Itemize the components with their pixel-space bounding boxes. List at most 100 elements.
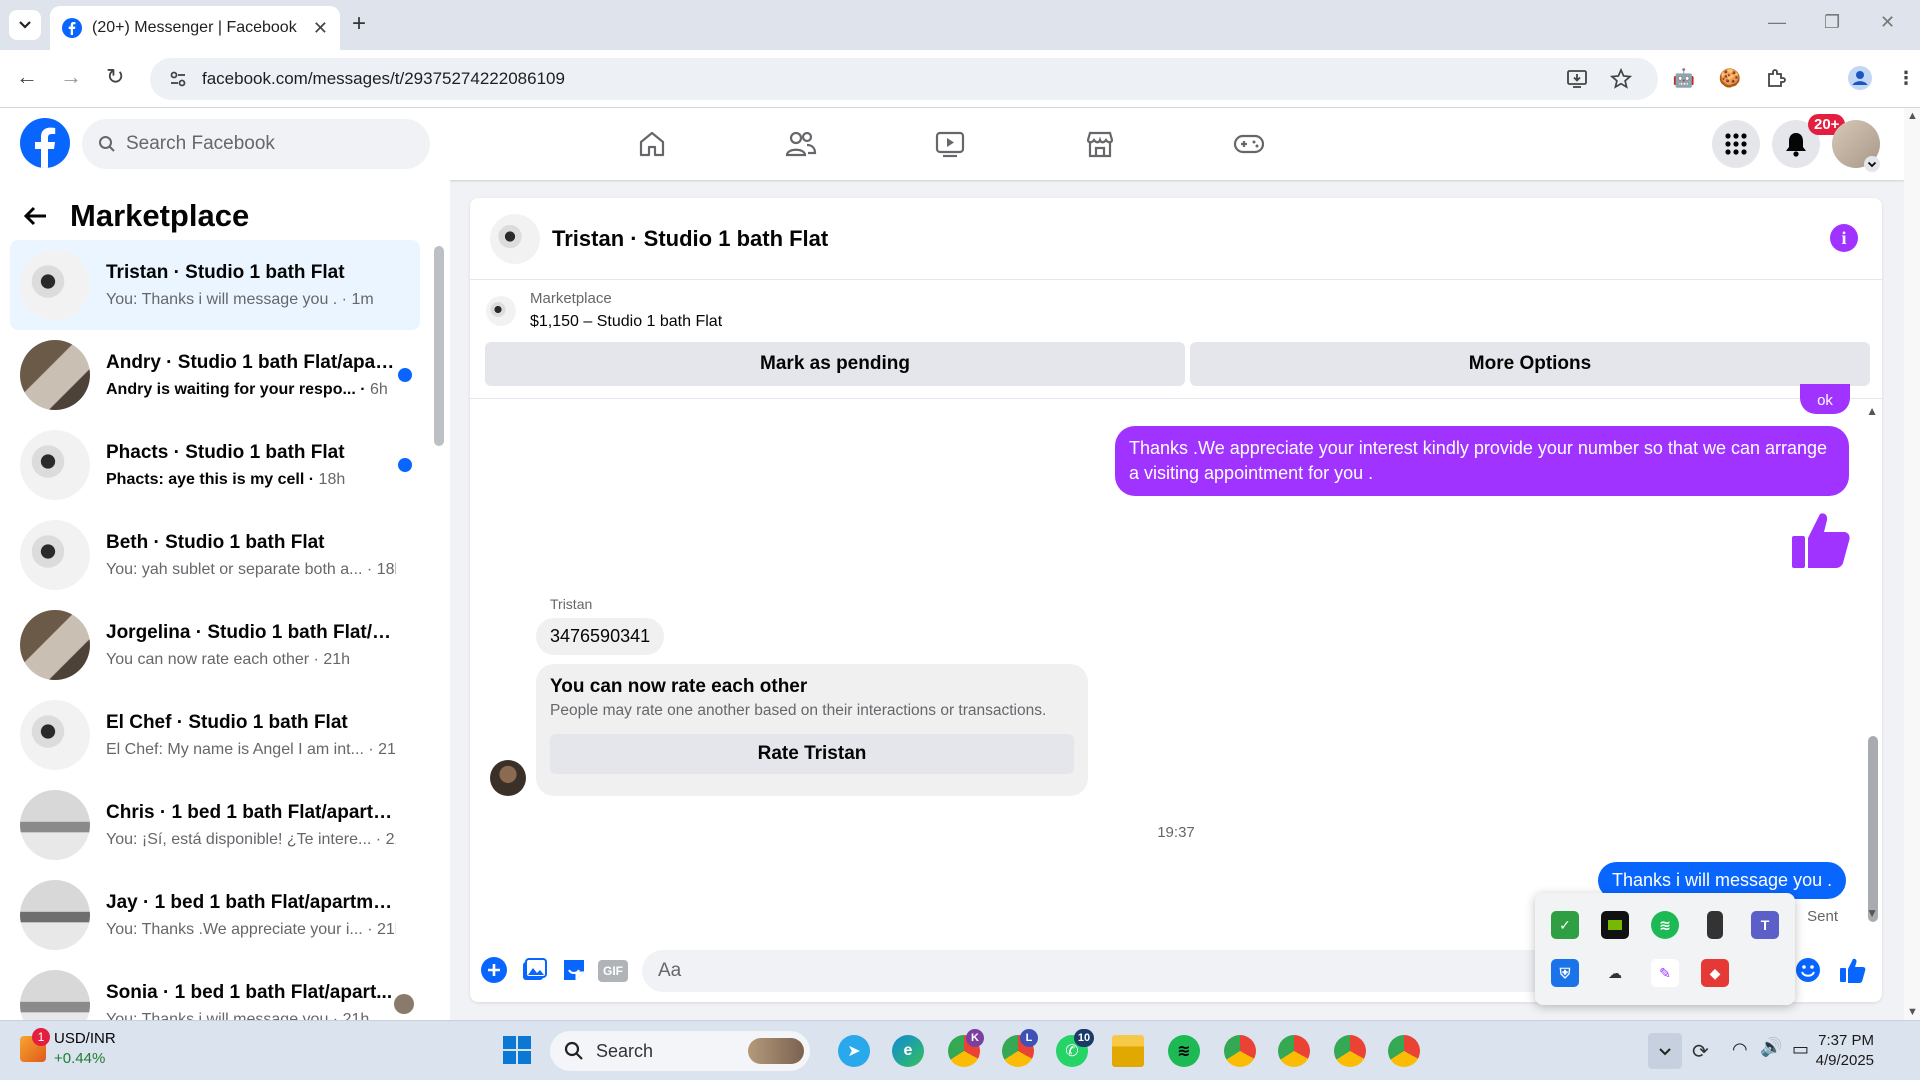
browser-menu-icon[interactable]: ⋮ (1894, 66, 1918, 90)
info-icon[interactable]: i (1830, 224, 1858, 252)
chat-avatar[interactable] (490, 213, 540, 264)
chrome-icon[interactable] (1388, 1035, 1420, 1067)
teams-tray-icon[interactable]: T (1751, 911, 1779, 939)
forward-icon[interactable]: → (60, 64, 82, 90)
browser-tab[interactable]: (20+) Messenger | Facebook ✕ (50, 6, 340, 50)
onedrive-off-icon[interactable]: ☁ (1601, 959, 1629, 987)
page-scrollbar[interactable]: ▲ ▼ (1904, 108, 1920, 1020)
chrome-icon[interactable] (1224, 1035, 1256, 1067)
gif-button[interactable]: GIF (598, 960, 628, 982)
anydesk-tray-icon[interactable]: ◆ (1701, 959, 1729, 987)
url-field[interactable]: facebook.com/messages/t/2937527422208610… (150, 58, 1658, 100)
nvidia-tray-icon[interactable] (1601, 911, 1629, 939)
chrome-icon[interactable] (1334, 1035, 1366, 1067)
scroll-up-icon[interactable]: ▲ (1866, 404, 1878, 418)
chrome-profile-icon[interactable]: L (1002, 1029, 1038, 1067)
conversation-item[interactable]: Chris · 1 bed 1 bath Flat/apartme... You… (10, 780, 420, 870)
facebook-logo[interactable] (20, 118, 70, 168)
conversation-item[interactable]: Sonia · 1 bed 1 bath Flat/apart... You: … (10, 960, 420, 1020)
chrome-icon[interactable] (1278, 1035, 1310, 1067)
conversation-item[interactable]: Jorgelina · Studio 1 bath Flat/ap... You… (10, 600, 420, 690)
sender-avatar[interactable] (490, 760, 526, 796)
bookmark-star-icon[interactable] (1610, 68, 1632, 90)
new-tab-button[interactable]: + (352, 10, 366, 38)
emoji-icon[interactable] (1794, 956, 1822, 984)
add-icon[interactable] (480, 956, 508, 984)
defender-tray-icon[interactable]: ⛨ (1551, 959, 1579, 987)
thumbs-up-sticker-icon (1792, 513, 1850, 568)
conversation-item[interactable]: Beth · Studio 1 bath Flat You: yah suble… (10, 510, 420, 600)
conversation-item[interactable]: El Chef · Studio 1 bath Flat El Chef: My… (10, 690, 420, 780)
minimize-icon[interactable]: — (1768, 12, 1786, 33)
usb-tray-icon[interactable] (1707, 911, 1723, 939)
chat-scrollbar[interactable] (1868, 736, 1878, 922)
spotify-icon[interactable]: ≋ (1168, 1035, 1200, 1067)
robot-extension-icon[interactable]: 🤖 (1672, 66, 1696, 90)
spotify-tray-icon[interactable]: ≋ (1651, 911, 1679, 939)
reload-icon[interactable]: ↻ (106, 64, 124, 90)
menu-button[interactable] (1712, 120, 1760, 168)
install-app-icon[interactable] (1566, 68, 1588, 90)
pen-tray-icon[interactable]: ✎ (1651, 959, 1679, 987)
taskbar-search[interactable] (550, 1031, 810, 1071)
conversation-item[interactable]: Phacts · Studio 1 bath Flat Phacts: aye … (10, 420, 420, 510)
conversation-item[interactable]: Andry · Studio 1 bath Flat/apar... Andry… (10, 330, 420, 420)
thumbs-up-send-icon[interactable] (1838, 956, 1866, 984)
taskbar-search-input[interactable] (596, 1040, 736, 1062)
seen-avatar (394, 994, 414, 1014)
whatsapp-icon[interactable]: ✆ 10 (1056, 1029, 1094, 1067)
window-close-icon[interactable]: ✕ (1880, 12, 1895, 33)
conversation-name: Andry · Studio 1 bath Flat/apar... (106, 351, 396, 373)
tab-search-button[interactable] (9, 10, 41, 40)
edge-icon[interactable]: e (892, 1035, 924, 1067)
conversation-name: El Chef · Studio 1 bath Flat (106, 711, 348, 733)
chat-panel: Tristan · Studio 1 bath Flat i Marketpla… (470, 198, 1882, 1002)
rate-tristan-button[interactable]: Rate Tristan (550, 734, 1074, 774)
list-scrollbar[interactable] (434, 246, 444, 446)
restore-icon[interactable]: ❐ (1824, 12, 1840, 33)
scroll-down-icon[interactable]: ▼ (1866, 906, 1878, 920)
conversation-time: 21h (376, 920, 396, 938)
photo-icon[interactable] (520, 956, 548, 984)
profile-icon[interactable] (1848, 66, 1872, 90)
extensions-puzzle-icon[interactable] (1764, 66, 1788, 90)
nav-gaming[interactable] (1229, 124, 1269, 164)
account-chevron-icon[interactable] (1864, 156, 1880, 172)
mark-pending-button[interactable]: Mark as pending (485, 342, 1185, 386)
windows-start-icon[interactable] (502, 1035, 532, 1065)
nav-marketplace[interactable] (1080, 124, 1120, 164)
nav-friends[interactable] (781, 124, 821, 164)
chat-title[interactable]: Tristan · Studio 1 bath Flat (552, 226, 828, 252)
battery-icon[interactable]: ▭ (1792, 1039, 1809, 1060)
security-tray-icon[interactable]: ✓ (1551, 911, 1579, 939)
telegram-icon[interactable]: ➤ (838, 1035, 870, 1067)
volume-icon[interactable]: 🔊 (1760, 1037, 1782, 1058)
conversation-time: 21h (342, 1010, 370, 1021)
conversation-item[interactable]: Jay · 1 bed 1 bath Flat/apartment You: T… (10, 870, 420, 960)
page-scroll-up-icon[interactable]: ▲ (1907, 110, 1918, 122)
more-options-button[interactable]: More Options (1190, 342, 1870, 386)
nav-video[interactable] (930, 124, 970, 164)
cookie-extension-icon[interactable]: 🍪 (1718, 66, 1742, 90)
site-info-icon[interactable] (168, 69, 188, 89)
back-arrow-icon[interactable] (22, 205, 48, 227)
wifi-icon[interactable]: ◠ (1732, 1039, 1748, 1060)
listing-summary[interactable]: Marketplace $1,150 – Studio 1 bath Flat (486, 290, 722, 331)
listing-thumbnail (20, 700, 90, 770)
listing-title: $1,150 – Studio 1 bath Flat (530, 313, 723, 330)
stock-widget[interactable]: 1 USD/INR +0.44% (20, 1028, 116, 1069)
conversation-preview: You: yah sublet or separate both a... (106, 560, 363, 578)
file-explorer-icon[interactable] (1112, 1035, 1144, 1067)
clock[interactable]: 7:37 PM 4/9/2025 (1816, 1031, 1874, 1071)
tray-overflow-button[interactable] (1648, 1033, 1682, 1069)
nav-home[interactable] (632, 124, 672, 164)
sync-icon[interactable]: ⟳ (1692, 1039, 1709, 1064)
sticker-icon[interactable] (560, 956, 588, 984)
page-scroll-down-icon[interactable]: ▼ (1907, 1006, 1918, 1018)
back-icon[interactable]: ← (16, 64, 38, 90)
tab-close-icon[interactable]: ✕ (313, 18, 328, 39)
search-input[interactable] (126, 133, 406, 155)
chrome-profile-icon[interactable]: K (948, 1029, 984, 1067)
conversation-item[interactable]: Tristan · Studio 1 bath Flat You: Thanks… (10, 240, 420, 330)
facebook-search[interactable] (82, 119, 430, 169)
